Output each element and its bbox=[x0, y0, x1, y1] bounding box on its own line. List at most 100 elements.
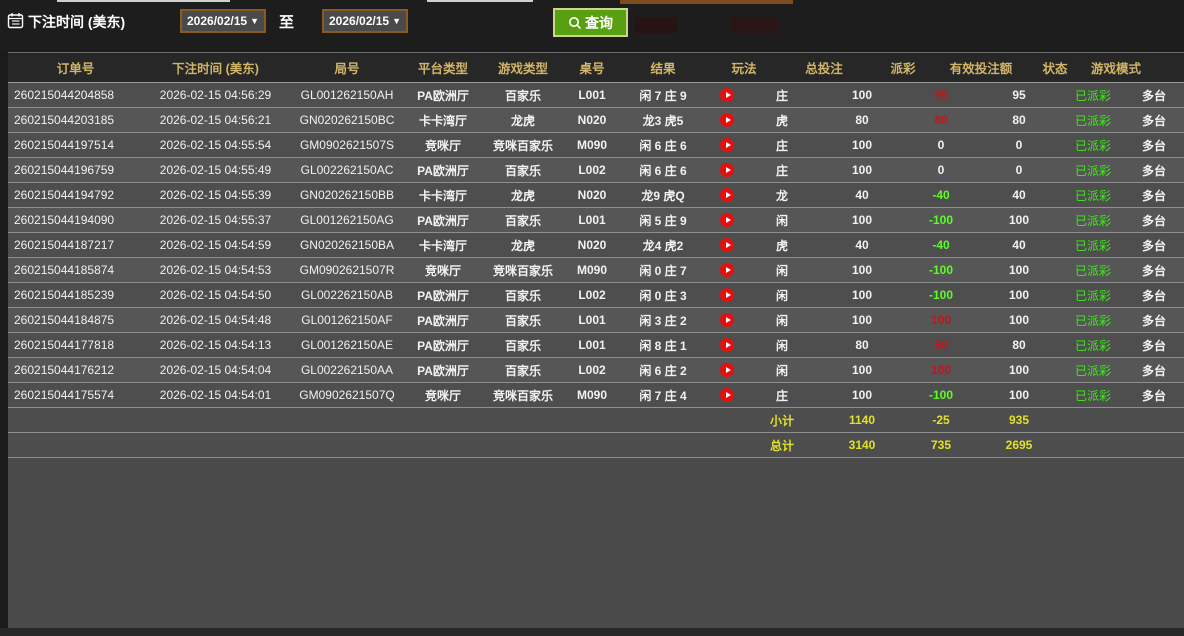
order-no-cell: 260215044197514 bbox=[8, 138, 143, 152]
result-video-cell bbox=[708, 388, 746, 402]
result-cell: 龙3 虎5 bbox=[618, 112, 708, 129]
subtotal-label: 小计 bbox=[746, 412, 818, 429]
game-mode-cell: 多台 bbox=[1124, 212, 1184, 229]
round-no-cell: GM0902621507Q bbox=[288, 388, 406, 402]
game-mode-cell: 多台 bbox=[1124, 337, 1184, 354]
result-video-cell bbox=[708, 338, 746, 352]
play-video-icon[interactable] bbox=[720, 388, 734, 402]
result-video-cell bbox=[708, 188, 746, 202]
total-bet-cell: 100 bbox=[818, 163, 906, 177]
column-header: 有效投注额 bbox=[938, 58, 1024, 77]
table-no-cell: L001 bbox=[566, 313, 618, 327]
column-header: 游戏类型 bbox=[480, 58, 566, 77]
play-video-icon[interactable] bbox=[720, 138, 734, 152]
table-no-cell: L002 bbox=[566, 163, 618, 177]
bet-time-cell: 2026-02-15 04:54:59 bbox=[143, 238, 288, 252]
subtotal-row: 小计1140-25935 bbox=[8, 408, 1184, 433]
table-no-cell: M090 bbox=[566, 388, 618, 402]
table-row: 2602150441872172026-02-15 04:54:59GN0202… bbox=[8, 233, 1184, 258]
platform-cell: 竞咪厅 bbox=[406, 387, 480, 404]
total-bet-cell: 80 bbox=[818, 338, 906, 352]
game-type-cell: 百家乐 bbox=[480, 162, 566, 179]
date-to-select[interactable]: 2026/02/15 ▼ bbox=[322, 9, 408, 33]
total-bet-cell: 40 bbox=[818, 238, 906, 252]
bet-time-cell: 2026-02-15 04:55:54 bbox=[143, 138, 288, 152]
column-header: 游戏模式 bbox=[1086, 58, 1146, 77]
round-no-cell: GN020262150BB bbox=[288, 188, 406, 202]
play-cell: 虎 bbox=[746, 237, 818, 254]
status-cell: 已派彩 bbox=[1062, 287, 1124, 304]
status-cell: 已派彩 bbox=[1062, 137, 1124, 154]
round-no-cell: GL002262150AC bbox=[288, 163, 406, 177]
platform-cell: PA欧洲厅 bbox=[406, 337, 480, 354]
result-video-cell bbox=[708, 138, 746, 152]
bet-time-cell: 2026-02-15 04:54:13 bbox=[143, 338, 288, 352]
platform-cell: PA欧洲厅 bbox=[406, 162, 480, 179]
game-type-cell: 竞咪百家乐 bbox=[480, 137, 566, 154]
result-video-cell bbox=[708, 288, 746, 302]
table-no-cell: L001 bbox=[566, 338, 618, 352]
table-row: 2602150442048582026-02-15 04:56:29GL0012… bbox=[8, 83, 1184, 108]
column-header: 派彩 bbox=[868, 58, 938, 77]
search-icon bbox=[568, 16, 582, 30]
query-button[interactable]: 查询 bbox=[553, 8, 628, 37]
game-mode-cell: 多台 bbox=[1124, 112, 1184, 129]
play-video-icon[interactable] bbox=[720, 238, 734, 252]
valid-bet-cell: 80 bbox=[976, 113, 1062, 127]
play-video-icon[interactable] bbox=[720, 88, 734, 102]
round-no-cell: GL002262150AB bbox=[288, 288, 406, 302]
game-mode-cell: 多台 bbox=[1124, 187, 1184, 204]
result-cell: 闲 5 庄 9 bbox=[618, 212, 708, 229]
play-cell: 闲 bbox=[746, 337, 818, 354]
result-video-cell bbox=[708, 313, 746, 327]
play-video-icon[interactable] bbox=[720, 363, 734, 377]
table-no-cell: N020 bbox=[566, 238, 618, 252]
platform-cell: PA欧洲厅 bbox=[406, 312, 480, 329]
play-cell: 闲 bbox=[746, 362, 818, 379]
play-video-icon[interactable] bbox=[720, 338, 734, 352]
result-cell: 闲 6 庄 2 bbox=[618, 362, 708, 379]
bet-time-cell: 2026-02-15 04:54:48 bbox=[143, 313, 288, 327]
order-no-cell: 260215044194090 bbox=[8, 213, 143, 227]
payout-cell: 100 bbox=[906, 313, 976, 327]
play-video-icon[interactable] bbox=[720, 113, 734, 127]
payout-cell: 0 bbox=[906, 138, 976, 152]
valid-bet-cell: 100 bbox=[976, 213, 1062, 227]
game-mode-cell: 多台 bbox=[1124, 312, 1184, 329]
game-mode-cell: 多台 bbox=[1124, 237, 1184, 254]
payout-cell: 95 bbox=[906, 88, 976, 102]
play-video-icon[interactable] bbox=[720, 163, 734, 177]
result-video-cell bbox=[708, 238, 746, 252]
game-mode-cell: 多台 bbox=[1124, 162, 1184, 179]
valid-bet-cell: 100 bbox=[976, 288, 1062, 302]
status-cell: 已派彩 bbox=[1062, 87, 1124, 104]
play-cell: 闲 bbox=[746, 312, 818, 329]
game-type-cell: 龙虎 bbox=[480, 187, 566, 204]
play-cell: 闲 bbox=[746, 287, 818, 304]
game-type-cell: 百家乐 bbox=[480, 287, 566, 304]
total-bet-cell: 100 bbox=[818, 388, 906, 402]
table-row: 2602150441967592026-02-15 04:55:49GL0022… bbox=[8, 158, 1184, 183]
date-from-select[interactable]: 2026/02/15 ▼ bbox=[180, 9, 266, 33]
status-cell: 已派彩 bbox=[1062, 162, 1124, 179]
table-no-cell: L001 bbox=[566, 213, 618, 227]
table-header-row: 订单号下注时间 (美东)局号平台类型游戏类型桌号结果玩法总投注派彩有效投注额状态… bbox=[8, 52, 1184, 83]
round-no-cell: GL001262150AG bbox=[288, 213, 406, 227]
valid-bet-cell: 80 bbox=[976, 338, 1062, 352]
result-cell: 闲 3 庄 2 bbox=[618, 312, 708, 329]
table-no-cell: L001 bbox=[566, 88, 618, 102]
order-no-cell: 260215044194792 bbox=[8, 188, 143, 202]
play-cell: 庄 bbox=[746, 137, 818, 154]
payout-cell: -100 bbox=[906, 288, 976, 302]
table-row: 2602150442031852026-02-15 04:56:21GN0202… bbox=[8, 108, 1184, 133]
play-video-icon[interactable] bbox=[720, 213, 734, 227]
table-row: 2602150441762122026-02-15 04:54:04GL0022… bbox=[8, 358, 1184, 383]
order-no-cell: 260215044175574 bbox=[8, 388, 143, 402]
play-video-icon[interactable] bbox=[720, 313, 734, 327]
play-video-icon[interactable] bbox=[720, 288, 734, 302]
total-bet-cell: 100 bbox=[818, 138, 906, 152]
total-bet-cell: 100 bbox=[818, 88, 906, 102]
order-no-cell: 260215044196759 bbox=[8, 163, 143, 177]
play-video-icon[interactable] bbox=[720, 263, 734, 277]
play-video-icon[interactable] bbox=[720, 188, 734, 202]
